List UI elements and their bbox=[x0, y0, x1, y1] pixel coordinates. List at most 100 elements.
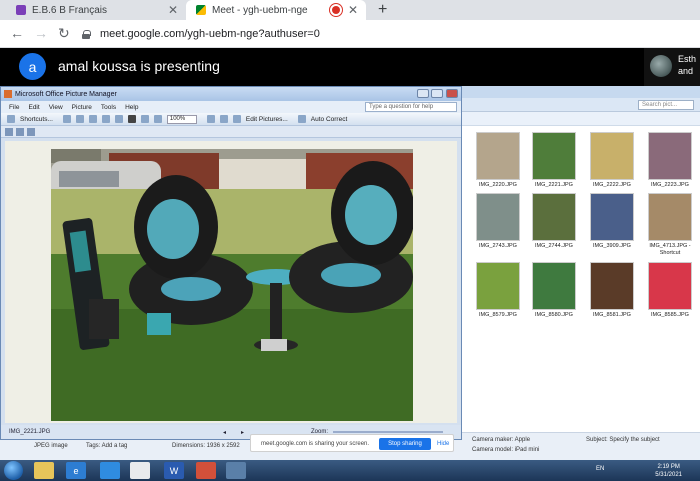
clock[interactable]: 2:19 PM 5/31/2021 bbox=[655, 463, 682, 479]
explorer-icon[interactable] bbox=[34, 462, 54, 479]
close-icon[interactable] bbox=[446, 89, 458, 98]
new-tab-icon[interactable]: + bbox=[378, 1, 387, 19]
camera-maker: Camera maker: Apple bbox=[472, 437, 531, 443]
forward-icon[interactable]: → bbox=[34, 25, 48, 41]
clock-date: 5/31/2021 bbox=[655, 472, 682, 478]
word-icon[interactable]: W bbox=[164, 462, 184, 479]
thumbnail[interactable]: IMG_4713.JPG - Shortcut bbox=[642, 193, 698, 257]
search-input[interactable]: Search pict... bbox=[638, 100, 694, 110]
participant-name: Esth and bbox=[678, 54, 697, 76]
menu-help[interactable]: Help bbox=[125, 104, 138, 111]
zoom-icon[interactable] bbox=[100, 462, 120, 479]
tab-meet[interactable]: Meet - ygh-uebm-nge ✕ bbox=[186, 0, 366, 20]
menu-view[interactable]: View bbox=[49, 104, 63, 111]
prev-icon[interactable]: ◂ bbox=[223, 429, 226, 436]
presenting-label: amal koussa is presenting bbox=[58, 58, 220, 74]
shortcuts-button[interactable]: Shortcuts... bbox=[20, 116, 53, 123]
thumbnail-view-icon[interactable] bbox=[5, 127, 13, 136]
clock-time: 2:19 PM bbox=[657, 464, 680, 470]
thumbnail-image bbox=[590, 193, 634, 241]
single-view-icon[interactable] bbox=[27, 127, 35, 136]
auto-correct-button[interactable]: Auto Correct bbox=[311, 116, 348, 123]
subject-field[interactable]: Subject: Specify the subject bbox=[586, 437, 660, 443]
pm-title: Microsoft Office Picture Manager bbox=[15, 90, 117, 98]
zoom-select[interactable]: 100% bbox=[166, 114, 197, 124]
thumbnail-image bbox=[648, 262, 692, 310]
thumbnail[interactable]: IMG_2220.JPG bbox=[470, 132, 526, 189]
hide-button[interactable]: Hide bbox=[437, 441, 449, 447]
thumbnail[interactable]: IMG_8581.JPG bbox=[584, 262, 640, 319]
reload-icon[interactable]: ↻ bbox=[58, 25, 70, 42]
thumbnail[interactable]: IMG_8585.JPG bbox=[642, 262, 698, 319]
pm-titlebar: Microsoft Office Picture Manager bbox=[1, 87, 461, 101]
presenter-bar: a amal koussa is presenting bbox=[0, 48, 700, 86]
thumbnail-image bbox=[532, 193, 576, 241]
undo-icon[interactable] bbox=[140, 115, 149, 123]
thumbnail-image bbox=[648, 132, 692, 180]
language-indicator[interactable]: EN bbox=[596, 466, 604, 472]
stop-sharing-button[interactable]: Stop sharing bbox=[379, 438, 431, 450]
thumbnail-image bbox=[590, 132, 634, 180]
shared-screen: Search pict... IMG_2220.JPG IMG_2221.JPG… bbox=[0, 86, 700, 481]
cut-icon[interactable] bbox=[88, 115, 97, 123]
redo-icon[interactable] bbox=[153, 115, 162, 123]
picture-manager-icon[interactable] bbox=[226, 462, 246, 479]
zoom-slider[interactable] bbox=[333, 431, 443, 433]
filmstrip-view-icon[interactable] bbox=[16, 127, 24, 136]
share-notice-text: meet.google.com is sharing your screen. bbox=[261, 441, 370, 447]
chrome-icon[interactable] bbox=[130, 462, 150, 479]
rotate-right-icon[interactable] bbox=[219, 115, 228, 123]
menu-edit[interactable]: Edit bbox=[28, 104, 39, 111]
tags-field[interactable]: Tags: Add a tag bbox=[86, 443, 127, 449]
start-button[interactable] bbox=[4, 461, 23, 480]
thumbnail-label: IMG_8580.JPG bbox=[535, 312, 573, 318]
print-icon[interactable] bbox=[75, 115, 84, 123]
paste-icon[interactable] bbox=[114, 115, 123, 123]
participant-tile[interactable]: Esth and bbox=[644, 48, 700, 86]
tab-strip: E.B.6 B Français ✕ Meet - ygh-uebm-nge ✕… bbox=[0, 0, 700, 20]
thumbnail[interactable]: IMG_2743.JPG bbox=[470, 193, 526, 250]
menu-file[interactable]: File bbox=[9, 104, 19, 111]
thumbnail-label: IMG_2221.JPG bbox=[535, 182, 573, 188]
thumbnail[interactable]: IMG_3909.JPG bbox=[584, 193, 640, 250]
thumbnail[interactable]: IMG_8580.JPG bbox=[526, 262, 582, 319]
pm-menubar: File Edit View Picture Tools Help Type a… bbox=[1, 101, 461, 113]
close-icon[interactable]: ✕ bbox=[168, 3, 178, 17]
dimensions: Dimensions: 1936 x 2592 bbox=[172, 443, 240, 449]
save-icon[interactable] bbox=[62, 115, 71, 123]
rotate-left-icon[interactable] bbox=[206, 115, 215, 123]
delete-icon[interactable] bbox=[127, 115, 136, 123]
meet-icon bbox=[196, 5, 206, 15]
thumbnail[interactable]: IMG_2221.JPG bbox=[526, 132, 582, 189]
participant-avatar bbox=[650, 55, 672, 77]
thumbnail-image bbox=[476, 262, 520, 310]
auto-correct-icon bbox=[297, 115, 306, 123]
thumbnail[interactable]: IMG_2222.JPG bbox=[584, 132, 640, 189]
thumbnail-label: IMG_2743.JPG bbox=[479, 243, 517, 249]
thumbnail-label: IMG_2220.JPG bbox=[479, 182, 517, 188]
thumbnail[interactable]: IMG_2223.JPG bbox=[642, 132, 698, 189]
edit-pictures-icon bbox=[232, 115, 241, 123]
next-icon[interactable]: ▸ bbox=[241, 429, 244, 436]
maximize-icon[interactable] bbox=[431, 89, 443, 98]
thumbnail[interactable]: IMG_2744.JPG bbox=[526, 193, 582, 250]
ie-icon[interactable]: e bbox=[66, 462, 86, 479]
thumbnail[interactable]: IMG_8579.JPG bbox=[470, 262, 526, 319]
tab-francais[interactable]: E.B.6 B Français ✕ bbox=[6, 0, 186, 20]
close-icon[interactable]: ✕ bbox=[348, 3, 358, 17]
help-search-input[interactable]: Type a question for help bbox=[365, 102, 457, 112]
thumbnail-image bbox=[476, 193, 520, 241]
thumbnail-label: IMG_4713.JPG - Shortcut bbox=[649, 243, 691, 256]
copy-icon[interactable] bbox=[101, 115, 110, 123]
menu-tools[interactable]: Tools bbox=[101, 104, 116, 111]
pm-toolbar: Shortcuts... 100% Edit Pictures... Auto … bbox=[1, 113, 461, 126]
pm-view-toolbar bbox=[1, 126, 461, 138]
powerpoint-icon[interactable] bbox=[196, 462, 216, 479]
url-text: meet.google.com/ygh-uebm-nge?authuser=0 bbox=[100, 28, 320, 40]
address-bar[interactable]: meet.google.com/ygh-uebm-nge?authuser=0 bbox=[82, 24, 694, 44]
minimize-icon[interactable] bbox=[417, 89, 429, 98]
menu-picture[interactable]: Picture bbox=[72, 104, 92, 111]
edit-pictures-button[interactable]: Edit Pictures... bbox=[246, 116, 288, 123]
back-icon[interactable]: ← bbox=[10, 25, 24, 41]
tab-title: E.B.6 B Français bbox=[32, 4, 108, 16]
